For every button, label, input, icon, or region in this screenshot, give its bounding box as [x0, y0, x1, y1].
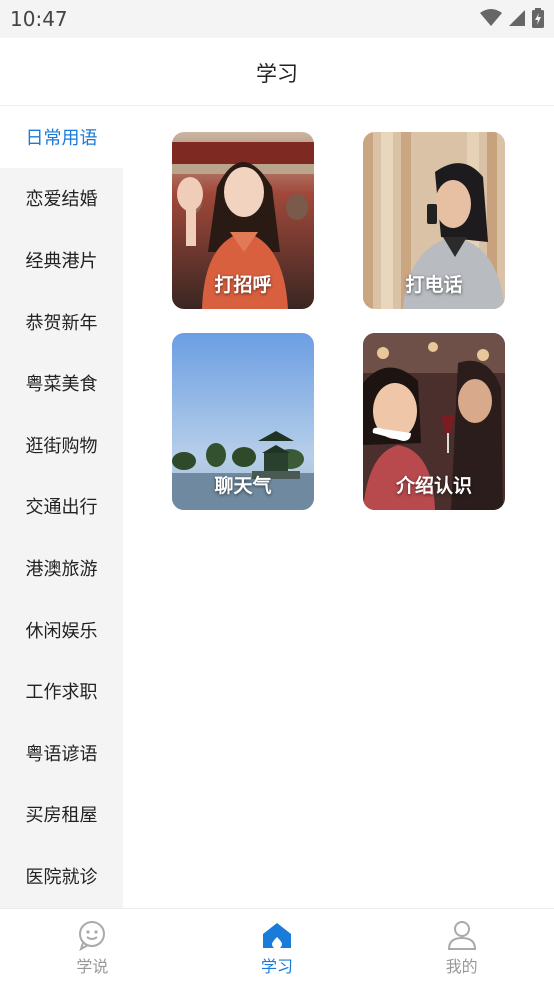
- smile-chat-icon: [79, 921, 106, 951]
- sidebar-item-label: 日常用语: [25, 127, 98, 149]
- sidebar-item-proverbs[interactable]: 粤语谚语: [0, 722, 123, 784]
- status-bar: 10:47: [0, 0, 554, 38]
- sidebar-item-label: 粤菜美食: [25, 374, 98, 396]
- sidebar-item-label: 交通出行: [25, 497, 98, 519]
- card-label: 打电话: [405, 274, 463, 296]
- sidebar-item-shopping[interactable]: 逛街购物: [0, 414, 123, 476]
- card-label: 聊天气: [214, 475, 272, 497]
- signal-icon: [509, 10, 525, 26]
- sidebar-item-label: 买房租屋: [25, 805, 98, 827]
- tab-label: 学说: [76, 957, 109, 976]
- sidebar-item-housing[interactable]: 买房租屋: [0, 784, 123, 846]
- category-sidebar: 日常用语 恋爱结婚 经典港片 恭贺新年 粤菜美食 逛街购物 交通出行 港澳旅游 …: [0, 106, 123, 908]
- sidebar-item-leisure[interactable]: 休闲娱乐: [0, 599, 123, 661]
- lesson-card-weather-chat[interactable]: 聊天气: [172, 333, 314, 510]
- wifi-icon: [480, 9, 502, 26]
- sidebar-item-label: 逛街购物: [25, 435, 98, 457]
- status-icons: [480, 8, 544, 28]
- home-icon: [263, 923, 291, 949]
- tab-speak[interactable]: 学说: [0, 909, 185, 984]
- sidebar-item-new-year[interactable]: 恭贺新年: [0, 291, 123, 353]
- sidebar-item-label: 休闲娱乐: [25, 620, 98, 642]
- sidebar-item-classic-hk-films[interactable]: 经典港片: [0, 229, 123, 291]
- sidebar-item-label: 恋爱结婚: [25, 189, 98, 211]
- sidebar-item-love-marriage[interactable]: 恋爱结婚: [0, 168, 123, 230]
- status-time: 10:47: [10, 7, 68, 31]
- user-icon: [447, 921, 476, 950]
- card-label: 打招呼: [214, 274, 272, 296]
- sidebar-item-label: 港澳旅游: [25, 558, 98, 580]
- sidebar-item-label: 恭贺新年: [25, 312, 98, 334]
- lesson-card-greeting[interactable]: 打招呼: [172, 132, 314, 309]
- lesson-grid: 打招呼 打电话 聊天气 介绍认识: [123, 106, 554, 908]
- tab-me[interactable]: 我的: [369, 909, 554, 984]
- tab-label: 我的: [445, 957, 478, 976]
- app-header: 学习: [0, 38, 554, 106]
- sidebar-item-job-hunting[interactable]: 工作求职: [0, 660, 123, 722]
- sidebar-item-label: 医院就诊: [25, 866, 98, 888]
- sidebar-item-label: 粤语谚语: [25, 743, 98, 765]
- lesson-card-introductions[interactable]: 介绍认识: [363, 333, 505, 510]
- tab-learn[interactable]: 学习: [185, 909, 370, 984]
- sidebar-item-transport[interactable]: 交通出行: [0, 476, 123, 538]
- sidebar-item-hk-macau-travel[interactable]: 港澳旅游: [0, 537, 123, 599]
- sidebar-item-daily-phrases[interactable]: 日常用语: [0, 106, 123, 168]
- sidebar-item-label: 经典港片: [25, 250, 98, 272]
- bottom-tab-bar: 学说 学习 我的: [0, 908, 554, 984]
- tab-label: 学习: [261, 957, 294, 976]
- sidebar-item-hospital[interactable]: 医院就诊: [0, 845, 123, 907]
- page-title: 学习: [256, 62, 298, 86]
- lesson-card-phone-call[interactable]: 打电话: [363, 132, 505, 309]
- battery-icon: [532, 8, 544, 28]
- sidebar-item-cantonese-food[interactable]: 粤菜美食: [0, 352, 123, 414]
- card-label: 介绍认识: [395, 475, 472, 497]
- sidebar-item-label: 工作求职: [25, 682, 98, 704]
